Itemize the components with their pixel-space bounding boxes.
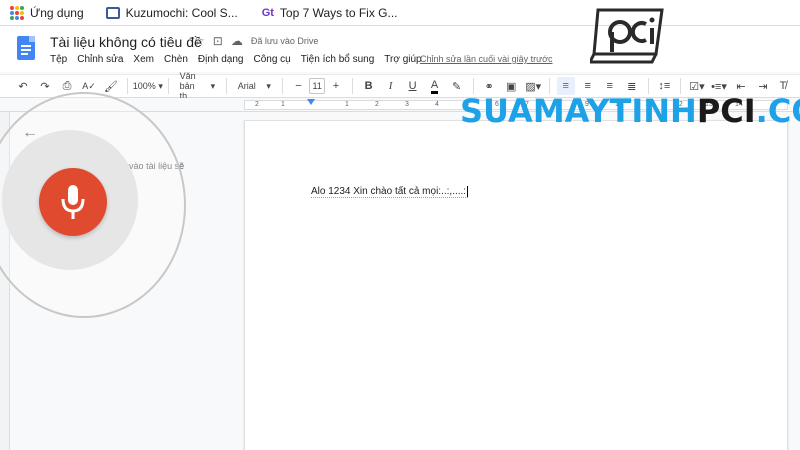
save-status: Đã lưu vào Drive [250, 36, 319, 46]
font-size-input[interactable]: 11 [309, 78, 325, 94]
font-select[interactable]: Arial ▾ [234, 77, 275, 95]
divider [168, 78, 169, 94]
ruler-number: 1 [345, 101, 349, 108]
document-page[interactable]: Alo 1234 Xin chào tất cả mọi:..:,....: [244, 120, 788, 450]
menu-help[interactable]: Trợ giúp [384, 54, 421, 65]
bookmarks-bar: Ứng dụng Kuzumochi: Cool S... Gt Top 7 W… [0, 0, 800, 26]
bookmark-label: Top 7 Ways to Fix G... [279, 5, 398, 20]
divider [127, 78, 128, 94]
voice-typing-mic-button[interactable] [39, 168, 107, 236]
divider [226, 78, 227, 94]
watermark-part: PCI [696, 92, 756, 130]
bookmark-label: Kuzumochi: Cool S... [125, 5, 238, 20]
docs-header: Tài liệu không có tiêu đề ☆ ⊡ ☁ Đã lưu v… [0, 26, 800, 72]
pci-logo-icon [590, 8, 664, 64]
divider [351, 78, 353, 94]
bold-icon[interactable]: B [360, 77, 378, 95]
ruler-number: 2 [255, 101, 259, 108]
ruler-number: 2 [375, 101, 379, 108]
menu-tools[interactable]: Công cụ [253, 54, 290, 65]
menu-bar: Tệp Chỉnh sửa Xem Chèn Định dạng Công cụ… [50, 54, 432, 65]
bookmark-item[interactable]: Kuzumochi: Cool S... [105, 5, 238, 20]
document-title[interactable]: Tài liệu không có tiêu đề [50, 34, 202, 50]
paint-format-icon[interactable]: 🖌︎ [102, 77, 120, 95]
text-color-icon[interactable]: A [426, 77, 444, 95]
menu-view[interactable]: Xem [133, 54, 154, 65]
redo-icon[interactable]: ↷ [36, 77, 54, 95]
cloud-saved-icon: ☁ [230, 34, 243, 48]
bookmark-label: Ứng dụng [30, 5, 84, 20]
increase-font-icon[interactable]: + [327, 77, 345, 95]
underline-icon[interactable]: U [404, 77, 422, 95]
bookmark-favicon-icon [105, 6, 120, 19]
font-value: Arial [237, 81, 256, 91]
italic-icon[interactable]: I [382, 77, 400, 95]
style-value: Văn bản th... [179, 71, 196, 101]
apps-grid-icon [10, 5, 24, 20]
divider [281, 78, 283, 94]
bookmark-favicon-icon: Gt [261, 6, 274, 19]
body-text-content: Alo 1234 Xin chào tất cả mọi:..:,....: [311, 186, 467, 198]
text-cursor [467, 186, 469, 197]
page: Ứng dụng Kuzumochi: Cool S... Gt Top 7 W… [0, 0, 800, 450]
menu-addons[interactable]: Tiện ích bổ sung [301, 54, 375, 65]
microphone-icon [61, 185, 85, 219]
bookmark-apps[interactable]: Ứng dụng [10, 5, 84, 20]
ruler-number: 3 [405, 101, 409, 108]
zoom-value: 100% [132, 81, 156, 91]
style-select[interactable]: Văn bản th... ▾ [176, 71, 220, 101]
indent-marker-icon[interactable] [307, 99, 315, 105]
document-body-text[interactable]: Alo 1234 Xin chào tất cả mọi:..:,....: [311, 186, 469, 199]
undo-icon[interactable]: ↶ [14, 77, 32, 95]
menu-format[interactable]: Định dạng [198, 54, 244, 65]
zoom-select[interactable]: 100% ▾ [132, 77, 163, 95]
watermark-part: SUAMAYTINH [460, 92, 697, 130]
watermark-part: .COM [755, 92, 800, 130]
decrease-font-icon[interactable]: − [289, 77, 307, 95]
docs-logo-icon[interactable] [17, 36, 35, 60]
title-actions: ☆ ⊡ ☁ Đã lưu vào Drive [194, 34, 318, 48]
menu-insert[interactable]: Chèn [164, 54, 188, 65]
ruler-number: 4 [435, 101, 439, 108]
bookmark-item[interactable]: Gt Top 7 Ways to Fix G... [262, 6, 398, 20]
menu-edit[interactable]: Chỉnh sửa [77, 54, 123, 65]
last-edit-link[interactable]: Chỉnh sửa lần cuối vài giây trước [420, 54, 553, 64]
menu-file[interactable]: Tệp [50, 54, 67, 65]
star-icon[interactable]: ☆ [194, 34, 205, 48]
move-folder-icon[interactable]: ⊡ [213, 34, 223, 48]
watermark-text: SUAMAYTINHPCI.COM [460, 92, 800, 130]
ruler-number: 1 [281, 101, 285, 108]
